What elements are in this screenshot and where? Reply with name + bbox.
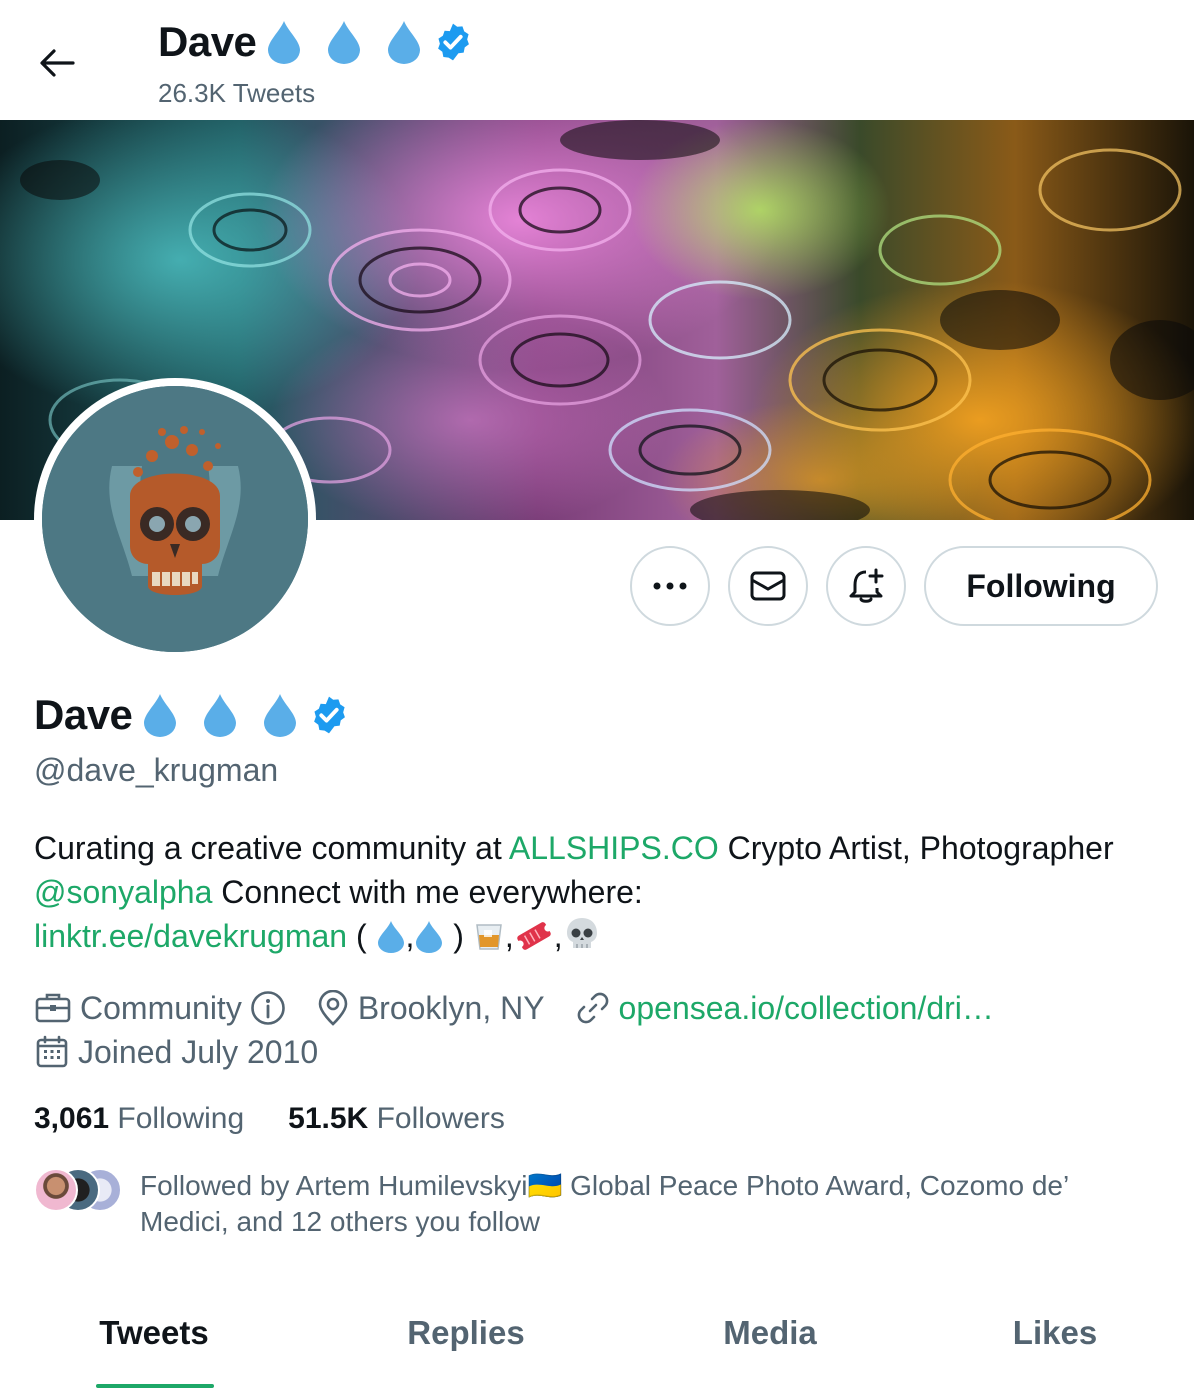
following-label: Following [117, 1102, 245, 1135]
profile-website[interactable]: opensea.io/collection/dri… [575, 990, 994, 1027]
profile-meta: Community Brooklyn, NY opensea.io/collec… [34, 986, 1024, 1074]
header-title: Dave [158, 18, 474, 66]
active-tab-indicator [96, 1384, 214, 1388]
bio-separator: , [504, 918, 514, 954]
verified-badge-icon[interactable] [308, 694, 350, 736]
profile-category: Community [34, 990, 286, 1027]
bio-text: Curating a creative community at [34, 830, 509, 866]
profile-tabs: Tweets Replies Media Likes [0, 1296, 1194, 1388]
mutual-avatars [34, 1168, 124, 1212]
profile-bio: Curating a creative community at ALLSHIP… [34, 826, 1154, 958]
avatar-image [42, 386, 308, 652]
more-options-button[interactable] [630, 546, 710, 626]
joined-label: Joined July 2010 [78, 1033, 319, 1070]
profile-handle: @dave_krugman [34, 752, 279, 788]
back-arrow-icon [40, 49, 75, 77]
info-icon[interactable] [250, 990, 286, 1026]
bio-text: Connect with me everywhere: [212, 874, 643, 910]
bio-text: ) [444, 918, 473, 954]
bio-mention-sonyalpha[interactable]: @sonyalpha [34, 874, 212, 910]
followers-stat-link[interactable]: 51.5K Followers [288, 1102, 505, 1136]
tab-replies[interactable]: Replies [308, 1296, 624, 1388]
followed-by-text: Followed by Artem Humilevskyi🇺🇦 Global P… [140, 1170, 1069, 1237]
message-button[interactable] [728, 546, 808, 626]
bio-link-linktree[interactable]: linktr.ee/davekrugman [34, 918, 347, 954]
follow-stats: 3,061 Following 51.5K Followers [34, 1102, 505, 1136]
profile-header-bar: Dave 26.3K Tweets [0, 0, 1194, 120]
droplet-icon [388, 21, 421, 64]
display-name: Dave [34, 691, 133, 738]
link-icon [577, 992, 608, 1024]
droplet-icon [144, 694, 177, 737]
website-link[interactable]: opensea.io/collection/dri… [619, 990, 994, 1027]
ticket-icon [516, 922, 552, 950]
verified-badge-icon [438, 23, 470, 61]
more-dots-icon [653, 582, 687, 590]
followers-count: 51.5K [288, 1102, 369, 1135]
profile-display-name: Dave [34, 690, 350, 740]
location-pin-icon [318, 990, 348, 1026]
briefcase-icon [35, 993, 71, 1023]
bio-separator: , [405, 918, 415, 954]
followers-label: Followers [376, 1102, 505, 1135]
profile-joined: Joined July 2010 [34, 1034, 318, 1071]
tab-tweets[interactable]: Tweets [0, 1296, 308, 1388]
following-button[interactable]: Following [924, 546, 1158, 626]
bio-text: ( [347, 918, 376, 954]
bio-text: Crypto Artist, Photographer [718, 830, 1114, 866]
profile-avatar[interactable] [34, 378, 316, 660]
droplet-icon [328, 21, 361, 64]
bio-separator: , [553, 918, 563, 954]
droplet-icon [204, 694, 237, 737]
droplet-icon [416, 921, 443, 953]
location-label: Brooklyn, NY [357, 989, 545, 1026]
mutual-avatar [34, 1168, 78, 1212]
tab-media[interactable]: Media [624, 1296, 916, 1388]
bell-plus-icon [849, 568, 884, 603]
calendar-icon [36, 1035, 68, 1068]
header-tweet-count: 26.3K Tweets [158, 78, 316, 108]
envelope-icon [750, 571, 786, 601]
droplet-icon [268, 21, 301, 64]
profile-location: Brooklyn, NY [316, 990, 545, 1027]
whiskey-glass-icon [475, 924, 502, 950]
followers-you-know[interactable]: Followed by Artem Humilevskyi🇺🇦 Global P… [34, 1168, 1100, 1240]
droplet-icon [264, 694, 297, 737]
header-name: Dave [158, 18, 257, 65]
notifications-button[interactable] [826, 546, 906, 626]
bio-link-allships[interactable]: ALLSHIPS.CO [509, 830, 719, 866]
back-button[interactable] [32, 40, 82, 86]
droplet-icon [377, 921, 404, 953]
skull-icon [566, 918, 597, 948]
category-label: Community [80, 989, 242, 1026]
tab-likes[interactable]: Likes [916, 1296, 1194, 1388]
following-count: 3,061 [34, 1102, 110, 1135]
following-stat-link[interactable]: 3,061 Following [34, 1102, 244, 1136]
